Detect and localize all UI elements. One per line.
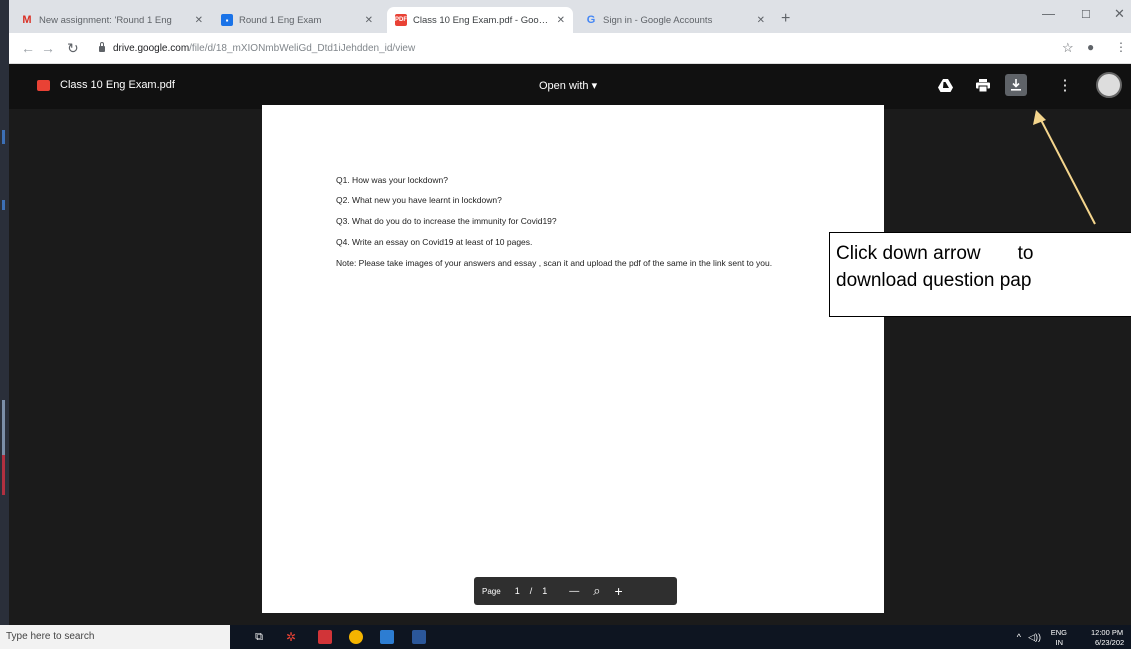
clock-date: 6/23/202 xyxy=(1095,638,1125,647)
windows-taskbar: Type here to search ⧉ ✲ ^ ◁)) ENG IN 12:… xyxy=(0,625,1131,649)
callout-line-2: download question pap xyxy=(836,270,1032,291)
office-app-icon[interactable] xyxy=(318,630,332,644)
settings-app-icon[interactable]: ✲ xyxy=(284,630,298,644)
clock-time[interactable]: 12:00 PM xyxy=(1091,628,1129,637)
screen: M New assignment: 'Round 1 Eng ✕ ▪ Round… xyxy=(0,0,1131,649)
chrome-icon[interactable] xyxy=(349,630,363,644)
tray-expand-icon[interactable]: ^ xyxy=(1017,632,1021,642)
word-app-icon[interactable] xyxy=(412,630,426,644)
volume-icon[interactable]: ◁)) xyxy=(1028,632,1041,643)
annotation-arrow xyxy=(1033,110,1096,225)
annotation-callout: Click down arrow to download question pa… xyxy=(829,232,1131,317)
callout-line-1: Click down arrow to xyxy=(836,243,1034,264)
language-label[interactable]: ENG xyxy=(1051,628,1067,637)
file-explorer-icon[interactable] xyxy=(380,630,394,644)
region-label: IN xyxy=(1055,638,1064,647)
taskbar-search-box[interactable]: Type here to search xyxy=(0,625,230,649)
task-view-icon[interactable]: ⧉ xyxy=(252,630,266,644)
